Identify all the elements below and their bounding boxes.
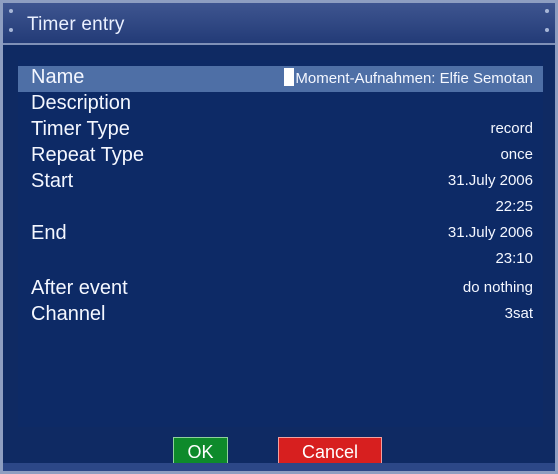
row-end[interactable]: End 31.July 2006	[18, 222, 543, 248]
repeat-type-value: once	[500, 146, 533, 163]
start-label: Start	[31, 170, 74, 192]
name-value[interactable]: Moment-Aufnahmen: Elfie Semotan	[284, 68, 533, 87]
end-time: 23:10	[495, 250, 533, 267]
description-label: Description	[31, 92, 132, 114]
channel-label: Channel	[31, 303, 106, 325]
rivet-icon	[9, 28, 13, 32]
bottom-border	[3, 463, 555, 471]
start-date: 31.July 2006	[447, 172, 533, 189]
name-value-rest: oment-Aufnahmen: Elfie Semotan	[307, 70, 533, 87]
row-end-time[interactable]: 23:10	[18, 250, 543, 276]
end-date: 31.July 2006	[447, 224, 533, 241]
row-timer-type[interactable]: Timer Type record	[18, 118, 543, 144]
timer-type-label: Timer Type	[31, 118, 130, 140]
rivet-icon	[545, 28, 549, 32]
name-label: Name	[31, 66, 85, 88]
row-description[interactable]: Description	[18, 92, 543, 118]
text-cursor	[284, 68, 295, 86]
row-repeat-type[interactable]: Repeat Type once	[18, 144, 543, 170]
name-value-first-char: M	[295, 70, 308, 87]
row-after-event[interactable]: After event do nothing	[18, 277, 543, 303]
rivet-icon	[545, 9, 549, 13]
window-titlebar: Timer entry	[3, 3, 555, 45]
row-channel[interactable]: Channel 3sat	[18, 303, 543, 329]
repeat-type-label: Repeat Type	[31, 144, 145, 166]
timer-entry-window: Timer entry Name Moment-Aufnahmen: Elfie…	[0, 0, 558, 474]
row-start[interactable]: Start 31.July 2006	[18, 170, 543, 196]
end-label: End	[31, 222, 67, 244]
after-event-label: After event	[31, 277, 128, 299]
timer-form: Name Moment-Aufnahmen: Elfie Semotan Des…	[18, 60, 543, 427]
row-start-time[interactable]: 22:25	[18, 198, 543, 224]
start-time: 22:25	[495, 198, 533, 215]
channel-value: 3sat	[504, 305, 533, 322]
after-event-value: do nothing	[462, 279, 533, 296]
window-title: Timer entry	[27, 14, 125, 35]
rivet-icon	[9, 9, 13, 13]
timer-type-value: record	[490, 120, 533, 137]
row-name[interactable]: Name Moment-Aufnahmen: Elfie Semotan	[18, 66, 543, 92]
